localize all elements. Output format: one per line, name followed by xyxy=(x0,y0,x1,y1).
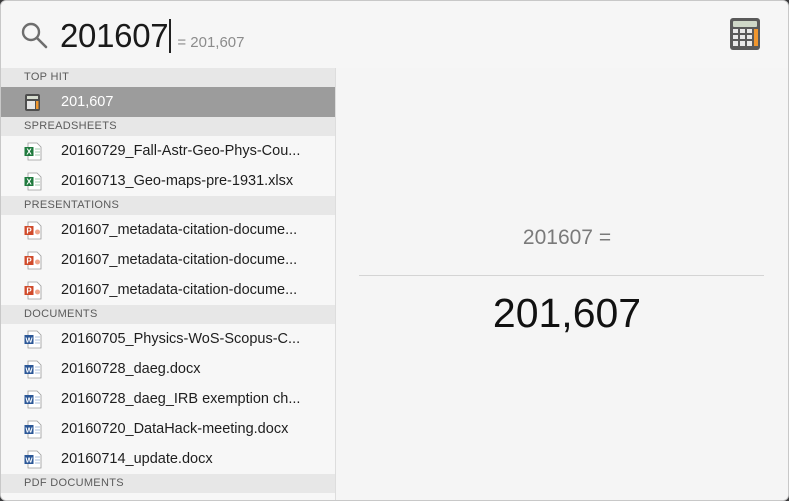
calculation-expression: 201607 = xyxy=(522,226,612,249)
list-item[interactable]: P 201607_metadata-citation-docume... xyxy=(1,275,335,305)
svg-text:P: P xyxy=(26,287,32,296)
svg-text:X: X xyxy=(26,178,32,187)
search-query-text: 201607 xyxy=(60,17,169,54)
list-item[interactable]: W 20160720_DataHack-meeting.docx xyxy=(1,414,335,444)
list-item-label: 201607_metadata-citation-docume... xyxy=(61,282,298,298)
list-item[interactable]: W 20160714_update.docx xyxy=(1,444,335,474)
list-item-label: 20160728_daeg.docx xyxy=(61,361,201,377)
svg-text:W: W xyxy=(25,426,33,435)
svg-text:W: W xyxy=(25,456,33,465)
excel-file-icon: X xyxy=(24,142,42,161)
list-item-label: 201607_metadata-citation-docume... xyxy=(61,222,298,238)
list-item-label: 20160713_Geo-maps-pre-1931.xlsx xyxy=(61,173,294,189)
inline-result: = 201,607 xyxy=(177,34,245,51)
divider xyxy=(359,275,764,276)
section-header-presentations: PRESENTATIONS xyxy=(1,196,335,215)
excel-file-icon: X xyxy=(24,172,42,191)
search-bar: 201607 = 201,607 xyxy=(1,1,788,69)
svg-text:P: P xyxy=(26,257,32,266)
list-item[interactable]: P 201607_metadata-citation-docume... xyxy=(1,215,335,245)
list-item[interactable]: W 20160705_Physics-WoS-Scopus-C... xyxy=(1,324,335,354)
text-cursor xyxy=(169,19,172,53)
section-header-pdf-documents: PDF DOCUMENTS xyxy=(1,474,335,493)
list-item-label: 20160729_Fall-Astr-Geo-Phys-Cou... xyxy=(61,143,301,159)
word-file-icon: W xyxy=(24,330,42,349)
powerpoint-file-icon: P xyxy=(24,221,42,240)
calculator-app-icon xyxy=(730,18,760,50)
list-item-label: 20160720_DataHack-meeting.docx xyxy=(61,421,289,437)
calculation-result[interactable]: 201,607 xyxy=(336,290,788,337)
section-header-top-hit: TOP HIT xyxy=(1,68,335,87)
list-item[interactable]: P 201607_metadata-citation-docume... xyxy=(1,245,335,275)
list-item[interactable]: 201,607 xyxy=(1,87,335,117)
list-item[interactable]: W 20160728_daeg_IRB exemption ch... xyxy=(1,384,335,414)
powerpoint-file-icon: P xyxy=(24,281,42,300)
svg-text:W: W xyxy=(25,396,33,405)
word-file-icon: W xyxy=(24,450,42,469)
list-item[interactable]: W 20160728_daeg.docx xyxy=(1,354,335,384)
svg-text:W: W xyxy=(25,366,33,375)
section-header-documents: DOCUMENTS xyxy=(1,305,335,324)
list-item-label: 20160705_Physics-WoS-Scopus-C... xyxy=(61,331,301,347)
calculator-icon xyxy=(25,94,40,111)
word-file-icon: W xyxy=(24,390,42,409)
spotlight-window: 201607 = 201,607 TOP HIT 201,607 SPREADS… xyxy=(0,0,789,501)
list-item-label: 201607_metadata-citation-docume... xyxy=(61,252,298,268)
word-file-icon: W xyxy=(24,420,42,439)
powerpoint-file-icon: P xyxy=(24,251,42,270)
list-item[interactable]: X 20160729_Fall-Astr-Geo-Phys-Cou... xyxy=(1,136,335,166)
list-item-label: 20160714_update.docx xyxy=(61,451,213,467)
list-item-label: 20160728_daeg_IRB exemption ch... xyxy=(61,391,301,407)
list-item-label: 201,607 xyxy=(61,94,114,110)
svg-text:X: X xyxy=(26,148,32,157)
preview-pane: 201607 = 201,607 xyxy=(336,68,788,500)
list-item[interactable]: X 20160713_Geo-maps-pre-1931.xlsx xyxy=(1,166,335,196)
svg-text:P: P xyxy=(26,227,32,236)
svg-text:W: W xyxy=(25,336,33,345)
search-input[interactable]: 201607 = 201,607 xyxy=(60,13,244,55)
results-list[interactable]: TOP HIT 201,607 SPREADSHEETS X 20160729_… xyxy=(1,68,336,500)
search-icon xyxy=(21,22,48,49)
section-header-spreadsheets: SPREADSHEETS xyxy=(1,117,335,136)
word-file-icon: W xyxy=(24,360,42,379)
